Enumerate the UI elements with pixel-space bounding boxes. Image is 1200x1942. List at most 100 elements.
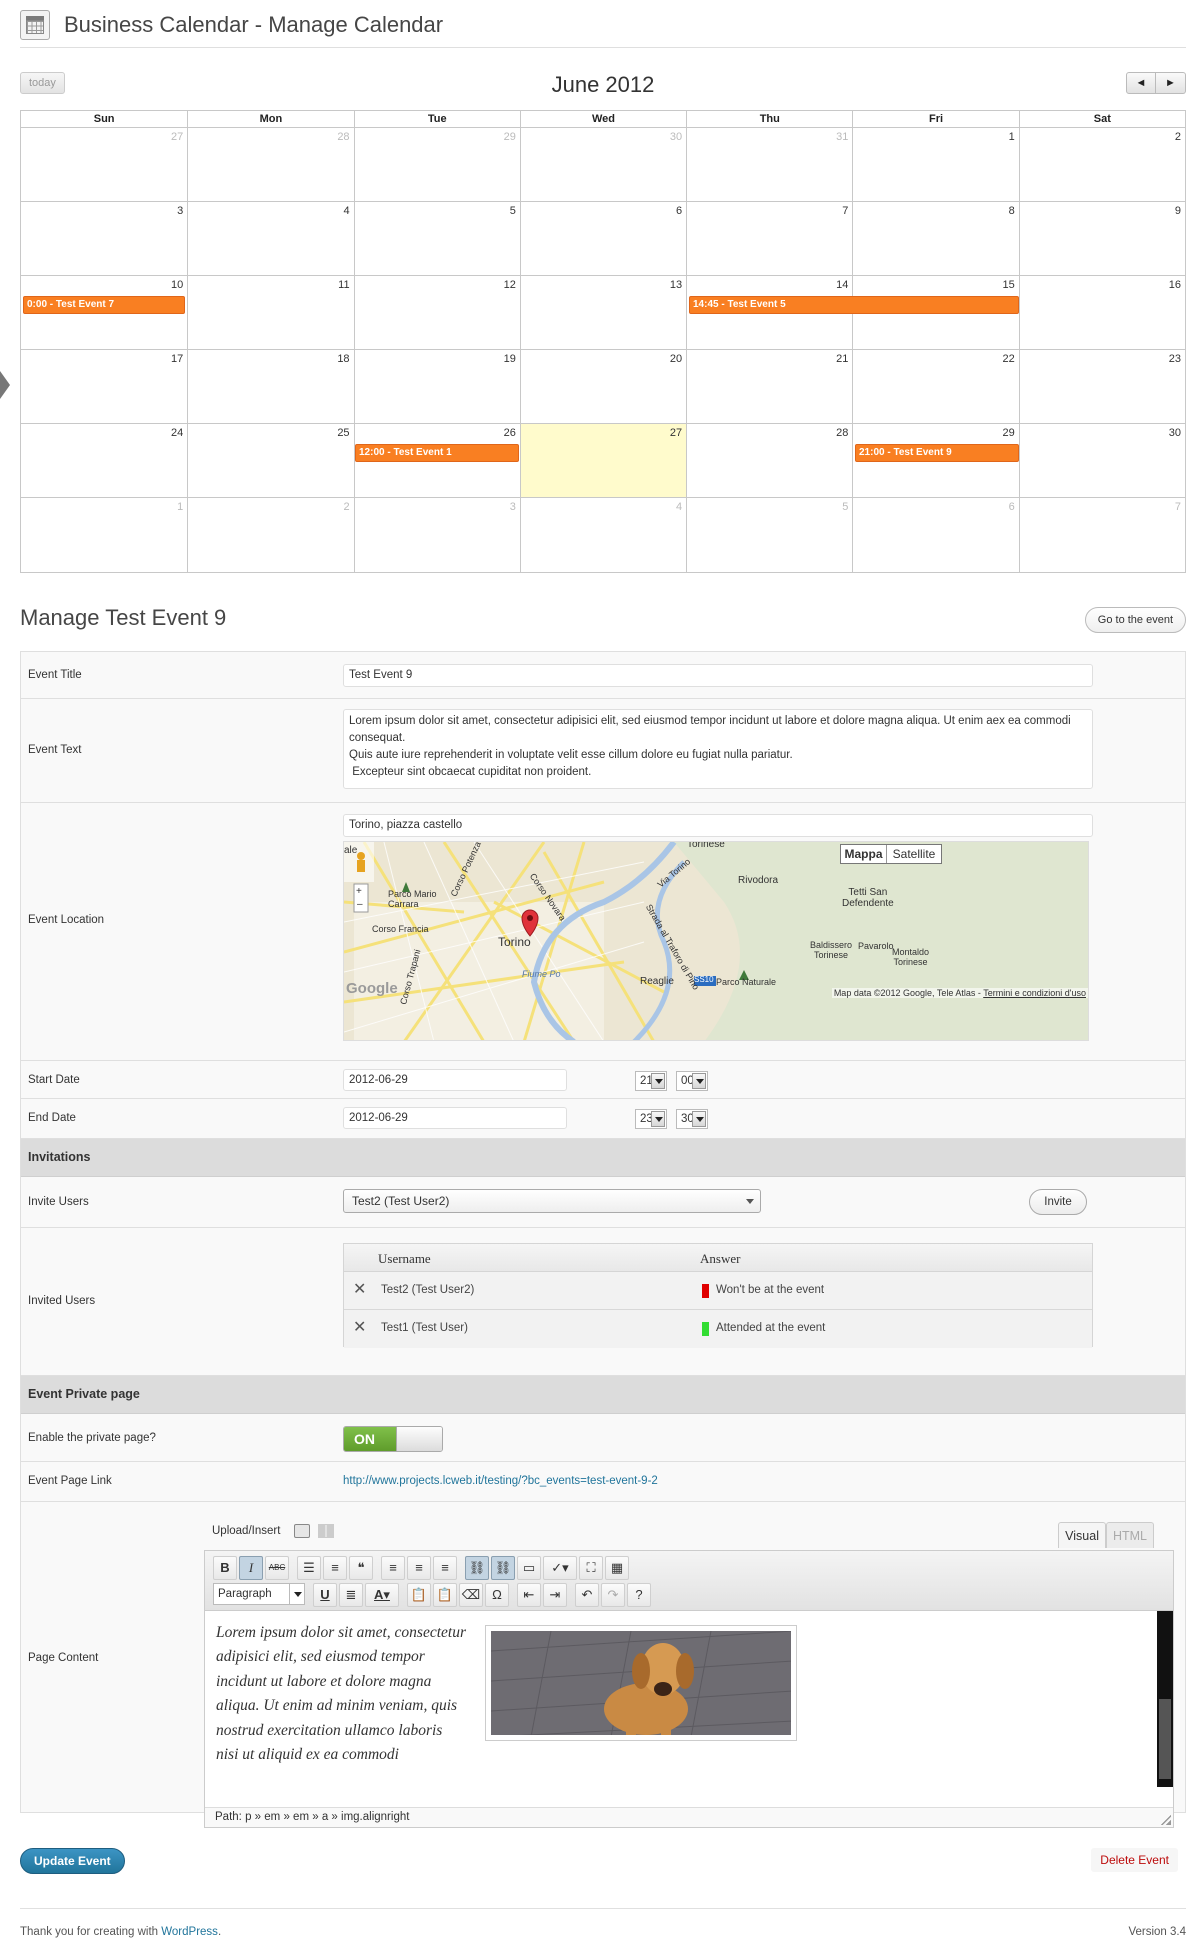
- calendar-day[interactable]: 6: [852, 498, 1018, 572]
- underline-icon[interactable]: U: [313, 1583, 337, 1607]
- paste-word-icon[interactable]: 📋: [433, 1583, 457, 1607]
- calendar-day[interactable]: 13: [519, 276, 687, 350]
- delete-event-button[interactable]: Delete Event: [1091, 1848, 1178, 1872]
- calendar-day[interactable]: 4: [187, 202, 354, 276]
- calendar-day[interactable]: 7: [1018, 498, 1185, 572]
- text-color-icon[interactable]: A▾: [365, 1583, 399, 1607]
- calendar-day[interactable]: 19: [353, 350, 520, 424]
- outdent-icon[interactable]: ⇤: [517, 1583, 541, 1607]
- justify-icon[interactable]: ≣: [339, 1583, 363, 1607]
- invite-button[interactable]: Invite: [1029, 1189, 1087, 1215]
- calendar-day[interactable]: 4: [519, 498, 686, 572]
- calendar-day[interactable]: 24: [21, 424, 188, 498]
- calendar-day[interactable]: 5: [686, 498, 852, 572]
- collapse-arrow-icon[interactable]: [0, 371, 10, 399]
- path-element[interactable]: em: [293, 1811, 309, 1823]
- paragraph-format-select[interactable]: Paragraph: [213, 1583, 305, 1605]
- start-date-input[interactable]: 2012-06-29: [343, 1069, 567, 1091]
- map-type-mappa[interactable]: Mappa: [841, 845, 887, 863]
- rich-text-editor[interactable]: B I ABC ☰ ≡ ❝ ≡ ≡ ≡ ⛓ ⛓ ▭ ✓▾ ⛶ ▦ Paragra…: [204, 1550, 1174, 1828]
- end-minute-select[interactable]: 30: [676, 1109, 708, 1129]
- paste-text-icon[interactable]: 📋: [407, 1583, 431, 1607]
- calendar-day[interactable]: 25: [187, 424, 354, 498]
- calendar-day[interactable]: 5: [353, 202, 520, 276]
- start-hour-select[interactable]: 21: [635, 1071, 667, 1091]
- kitchen-sink-icon[interactable]: ▦: [605, 1556, 629, 1580]
- calendar-day[interactable]: 12: [353, 276, 520, 350]
- unlink-icon[interactable]: ⛓: [491, 1556, 515, 1580]
- calendar-day[interactable]: 2: [187, 498, 353, 572]
- wordpress-link[interactable]: WordPress: [161, 1926, 218, 1938]
- remove-icon[interactable]: ✕: [353, 1282, 366, 1298]
- calendar-day[interactable]: 8: [852, 202, 1019, 276]
- calendar-event[interactable]: 21:00 - Test Event 9: [855, 444, 1019, 462]
- event-location-input[interactable]: Torino, piazza castello: [343, 814, 1093, 837]
- calendar-day[interactable]: 23: [1018, 350, 1185, 424]
- redo-icon[interactable]: ↷: [601, 1583, 625, 1607]
- align-left-icon[interactable]: ≡: [381, 1556, 405, 1580]
- content-image[interactable]: [485, 1625, 797, 1741]
- fullscreen-icon[interactable]: ⛶: [579, 1556, 603, 1580]
- align-right-icon[interactable]: ≡: [433, 1556, 457, 1580]
- calendar-event[interactable]: 12:00 - Test Event 1: [355, 444, 519, 462]
- tab-html[interactable]: HTML: [1105, 1522, 1154, 1548]
- calendar-day[interactable]: 2: [1018, 128, 1185, 202]
- resize-handle-icon[interactable]: [1161, 1815, 1171, 1825]
- calendar-day[interactable]: 18: [187, 350, 354, 424]
- private-page-toggle[interactable]: ON: [343, 1426, 443, 1452]
- prev-month-button[interactable]: ◄: [1126, 72, 1156, 94]
- add-media-icon[interactable]: [294, 1524, 310, 1538]
- map-terms-link[interactable]: Termini e condizioni d'uso: [983, 988, 1086, 998]
- calendar-day-today[interactable]: 27: [519, 424, 687, 498]
- calendar-day[interactable]: 6: [519, 202, 687, 276]
- calendar-day[interactable]: 20: [519, 350, 687, 424]
- editor-scrollbar[interactable]: [1157, 1611, 1173, 1787]
- path-element[interactable]: a: [322, 1811, 328, 1823]
- bullet-list-icon[interactable]: ☰: [297, 1556, 321, 1580]
- go-to-event-button[interactable]: Go to the event: [1084, 607, 1186, 633]
- calendar-day[interactable]: 1: [852, 128, 1019, 202]
- end-date-input[interactable]: 2012-06-29: [343, 1107, 567, 1129]
- insert-more-icon[interactable]: ▭: [517, 1556, 541, 1580]
- spellcheck-icon[interactable]: ✓▾: [543, 1556, 577, 1580]
- map-type-satellite[interactable]: Satellite: [887, 845, 941, 863]
- calendar-day[interactable]: 22: [852, 350, 1019, 424]
- blockquote-icon[interactable]: ❝: [349, 1556, 373, 1580]
- remove-icon[interactable]: ✕: [353, 1320, 366, 1336]
- next-month-button[interactable]: ►: [1156, 72, 1186, 94]
- insert-link-icon[interactable]: ⛓: [465, 1556, 489, 1580]
- calendar-event[interactable]: 14:45 - Test Event 5: [689, 296, 1019, 314]
- start-minute-select[interactable]: 00: [676, 1071, 708, 1091]
- calendar-day[interactable]: 29: [353, 128, 520, 202]
- editor-content[interactable]: Lorem ipsum dolor sit amet, consectetur …: [205, 1611, 1155, 1787]
- event-page-link[interactable]: http://www.projects.lcweb.it/testing/?bc…: [343, 1475, 658, 1487]
- location-map[interactable]: + – ale Torinese Rivodora Tetti San Defe…: [343, 841, 1089, 1041]
- scrollbar-thumb[interactable]: [1159, 1699, 1171, 1779]
- add-gallery-icon[interactable]: [318, 1524, 334, 1538]
- calendar-day[interactable]: 28: [686, 424, 853, 498]
- calendar-day[interactable]: 7: [686, 202, 853, 276]
- calendar-day[interactable]: 3: [353, 498, 520, 572]
- calendar-day[interactable]: 17: [21, 350, 188, 424]
- calendar-day[interactable]: 30: [519, 128, 687, 202]
- event-title-input[interactable]: Test Event 9: [343, 664, 1093, 687]
- clear-formatting-icon[interactable]: ⌫: [459, 1583, 483, 1607]
- calendar-day[interactable]: 11: [187, 276, 354, 350]
- calendar-day[interactable]: 27: [21, 128, 188, 202]
- calendar-day[interactable]: 30: [1018, 424, 1185, 498]
- numbered-list-icon[interactable]: ≡: [323, 1556, 347, 1580]
- path-element[interactable]: p: [245, 1811, 251, 1823]
- invite-user-select[interactable]: Test2 (Test User2): [343, 1189, 761, 1213]
- help-icon[interactable]: ?: [627, 1583, 651, 1607]
- path-element[interactable]: img.alignright: [341, 1811, 409, 1823]
- update-event-button[interactable]: Update Event: [20, 1848, 125, 1874]
- undo-icon[interactable]: ↶: [575, 1583, 599, 1607]
- calendar-day[interactable]: 16: [1018, 276, 1185, 350]
- calendar-day[interactable]: 3: [21, 202, 188, 276]
- calendar-day[interactable]: 9: [1018, 202, 1185, 276]
- calendar-event[interactable]: 0:00 - Test Event 7: [23, 296, 185, 314]
- bold-icon[interactable]: B: [213, 1556, 237, 1580]
- path-element[interactable]: em: [264, 1811, 280, 1823]
- tab-visual[interactable]: Visual: [1058, 1522, 1106, 1548]
- calendar-day[interactable]: 1: [21, 498, 187, 572]
